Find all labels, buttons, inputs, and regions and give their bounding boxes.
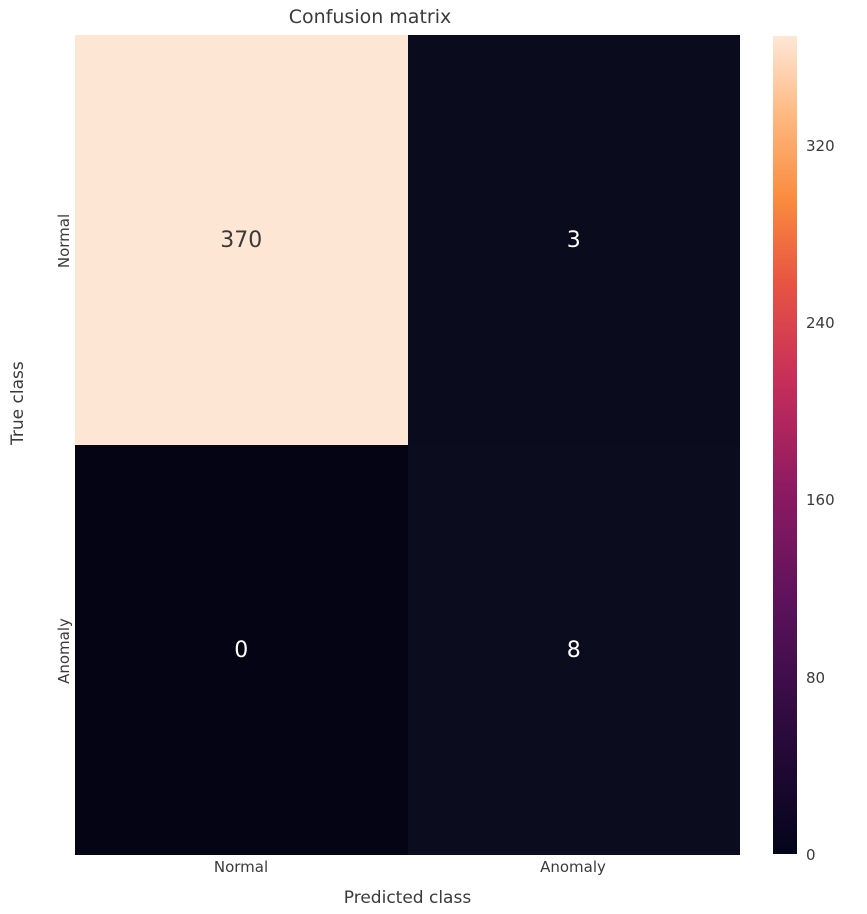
y-tick-anomaly: Anomaly xyxy=(55,591,73,711)
chart-title: Confusion matrix xyxy=(0,6,740,28)
colorbar xyxy=(772,35,798,855)
colorbar-tick: 0 xyxy=(806,846,816,864)
colorbar-tick: 80 xyxy=(806,669,825,687)
heatmap-row: 0 8 xyxy=(75,445,740,855)
x-axis-label: Predicted class xyxy=(75,888,740,908)
colorbar-tick: 320 xyxy=(806,137,835,155)
x-tick-anomaly: Anomaly xyxy=(407,858,739,876)
cell-normal-anomaly: 3 xyxy=(408,35,741,445)
y-axis-label: True class xyxy=(8,361,28,445)
cell-anomaly-normal: 0 xyxy=(75,445,408,855)
cell-normal-normal: 370 xyxy=(75,35,408,445)
colorbar-tick: 160 xyxy=(806,491,835,509)
y-tick-normal: Normal xyxy=(55,181,73,301)
colorbar-tick: 240 xyxy=(806,314,835,332)
heatmap-row: 370 3 xyxy=(75,35,740,445)
cell-anomaly-anomaly: 8 xyxy=(408,445,741,855)
x-tick-normal: Normal xyxy=(75,858,407,876)
confusion-matrix-heatmap: 370 3 0 8 xyxy=(75,35,740,855)
